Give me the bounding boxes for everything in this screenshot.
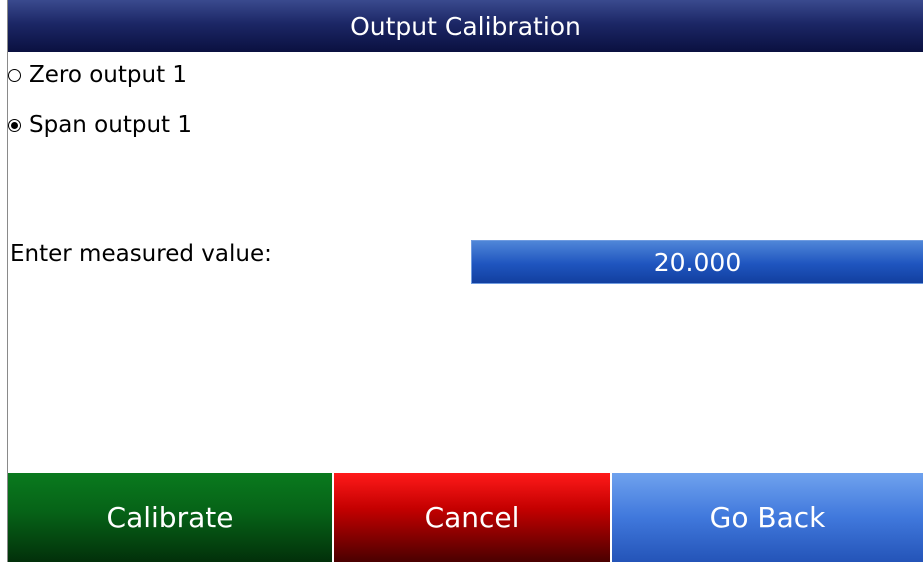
page-title: Output Calibration [350,11,581,41]
measured-value-text: 20.000 [653,247,742,277]
radio-span-output-1[interactable]: Span output 1 [8,107,192,143]
radio-label: Span output 1 [29,112,192,138]
measured-value-label: Enter measured value: [10,241,272,267]
calibrate-button-label: Calibrate [106,501,234,534]
cancel-button[interactable]: Cancel [334,473,610,562]
calibrate-button[interactable]: Calibrate [8,473,332,562]
measured-value-input[interactable]: 20.000 [471,240,923,284]
cancel-button-label: Cancel [424,501,520,534]
go-back-button-label: Go Back [709,501,826,534]
title-bar: Output Calibration [8,0,923,52]
radio-unselected-icon[interactable] [8,68,21,82]
radio-zero-output-1[interactable]: Zero output 1 [8,57,187,93]
go-back-button[interactable]: Go Back [612,473,923,562]
radio-label: Zero output 1 [29,62,188,88]
radio-selected-icon[interactable] [8,118,21,132]
